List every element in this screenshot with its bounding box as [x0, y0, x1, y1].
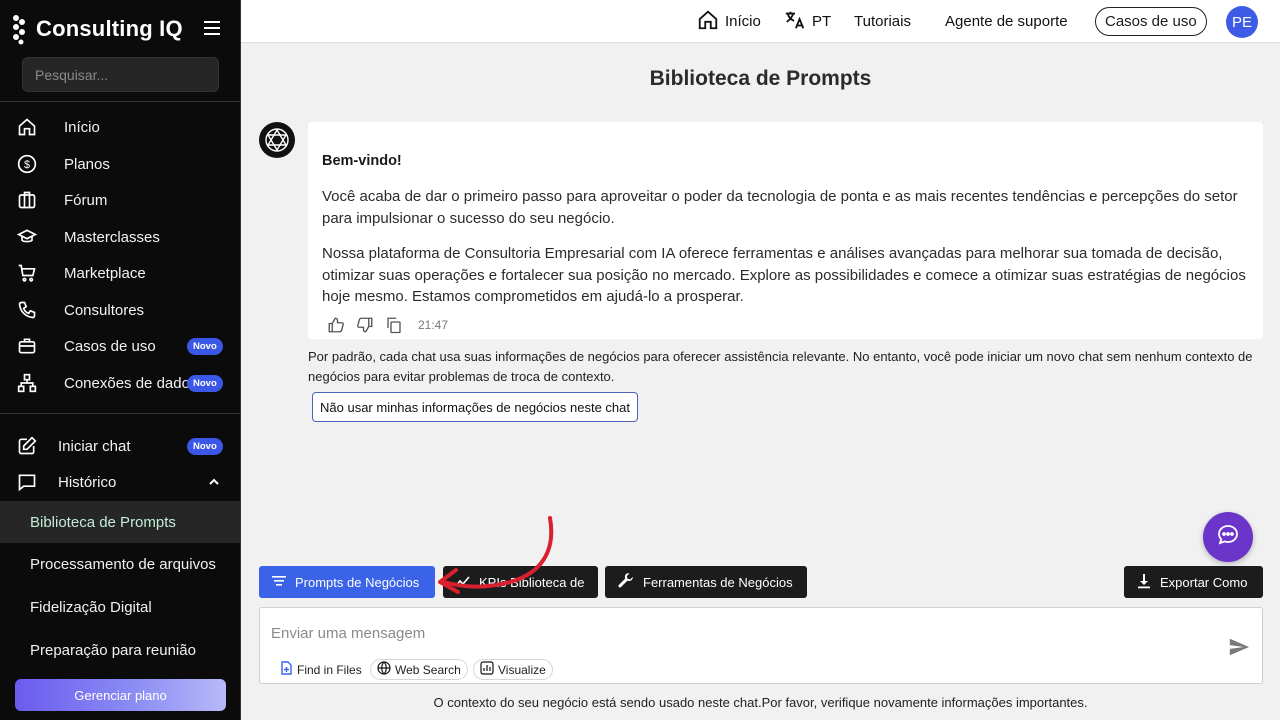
- new-badge: Novo: [187, 374, 223, 392]
- message-actions: 21:47: [326, 315, 448, 334]
- sidebar-item-casos-de-uso[interactable]: Casos de uso Novo: [0, 328, 240, 364]
- find-in-files-chip[interactable]: Find in Files: [273, 659, 369, 680]
- sidebar-item-label: Início: [64, 118, 100, 136]
- sidebar-item-masterclasses[interactable]: Masterclasses: [0, 219, 240, 255]
- kpi-library-button[interactable]: KPIs Biblioteca de: [443, 566, 598, 598]
- avatar[interactable]: PE: [1226, 6, 1258, 38]
- top-link-label: Início: [725, 13, 761, 30]
- footer-disclaimer: O contexto do seu negócio está sendo usa…: [433, 695, 1088, 710]
- assistant-message: Bem-vindo! Você acaba de dar o primeiro …: [308, 122, 1263, 339]
- download-icon: [1136, 573, 1152, 592]
- chip-label: Find in Files: [297, 662, 362, 677]
- sidebar-item-planos[interactable]: $ Planos: [0, 146, 240, 182]
- button-label: Exportar Como: [1160, 574, 1248, 590]
- file-icon: [280, 661, 293, 678]
- sidebar-item-conexoes-de-dados[interactable]: Conexões de dados Novo: [0, 365, 240, 401]
- top-link-support[interactable]: Agente de suporte: [945, 0, 1068, 43]
- disable-business-context-button[interactable]: Não usar minhas informações de negócios …: [312, 392, 639, 422]
- globe-icon: [377, 661, 391, 678]
- message-timestamp: 21:47: [418, 317, 449, 332]
- brand-logo-icon: [10, 13, 28, 45]
- sidebar-item-inicio[interactable]: Início: [0, 109, 240, 145]
- briefcase-icon: [16, 335, 38, 357]
- translate-icon: [784, 9, 806, 35]
- history-item[interactable]: Preparação para reunião: [0, 629, 240, 671]
- cart-icon: [16, 262, 38, 284]
- home-icon: [697, 9, 719, 35]
- svg-text:$: $: [24, 159, 30, 171]
- sidebar-item-label: Conexões de dados: [64, 374, 198, 392]
- home-icon: [16, 116, 38, 138]
- top-link-home[interactable]: Início: [697, 0, 761, 43]
- chevron-up-icon[interactable]: [207, 475, 221, 489]
- sidebar-item-label: Marketplace: [64, 264, 146, 282]
- button-label: Ferramentas de Negócios: [643, 574, 793, 590]
- chat-bubble-icon: [16, 471, 38, 493]
- phone-icon: [16, 299, 38, 321]
- history-item[interactable]: Fidelização Digital: [0, 586, 240, 628]
- chat-support-fab[interactable]: [1203, 512, 1253, 562]
- edit-icon: [16, 435, 38, 457]
- top-link-tutorials[interactable]: Tutoriais: [854, 0, 911, 43]
- brand[interactable]: Consulting IQ: [10, 12, 183, 46]
- sidebar-divider: [0, 413, 240, 414]
- top-bar: Início PT Tutoriais Agente de suporte Ca…: [241, 0, 1280, 43]
- sidebar-item-label: Consultores: [64, 301, 145, 319]
- sidebar-item-label: Fórum: [64, 191, 108, 209]
- button-label: Prompts de Negócios: [295, 574, 420, 590]
- sidebar-item-forum[interactable]: Fórum: [0, 182, 240, 218]
- manage-plan-button[interactable]: Gerenciar plano: [15, 679, 226, 711]
- new-badge: Novo: [187, 437, 223, 455]
- chart-icon: [480, 661, 494, 678]
- sidebar-item-historico[interactable]: Histórico: [0, 464, 240, 500]
- visualize-chip[interactable]: Visualize: [473, 659, 553, 680]
- business-tools-button[interactable]: Ferramentas de Negócios: [605, 566, 807, 598]
- message-paragraph: Nossa plataforma de Consultoria Empresar…: [322, 245, 1246, 305]
- sidebar-item-iniciar-chat[interactable]: Iniciar chat Novo: [0, 428, 240, 464]
- export-button[interactable]: Exportar Como: [1124, 566, 1263, 598]
- list-icon: [271, 574, 287, 591]
- sidebar-item-label: Histórico: [58, 473, 117, 491]
- network-icon: [16, 372, 38, 394]
- message-composer: Find in Files Web Search Visualize: [259, 607, 1263, 684]
- copy-icon[interactable]: [384, 315, 403, 334]
- business-prompts-button[interactable]: Prompts de Negócios: [259, 566, 435, 598]
- thumbs-down-icon[interactable]: [355, 315, 374, 334]
- page-title: Biblioteca de Prompts: [649, 67, 872, 90]
- context-note: Por padrão, cada chat usa suas informaçõ…: [308, 349, 1253, 384]
- chat-bubble-icon: [1216, 523, 1240, 552]
- building-icon: [16, 189, 38, 211]
- sidebar-item-consultores[interactable]: Consultores: [0, 292, 240, 328]
- sidebar-item-label: Iniciar chat: [58, 437, 131, 455]
- history-item[interactable]: Processamento de arquivos: [0, 543, 240, 585]
- message-paragraph: Você acaba de dar o primeiro passo para …: [322, 188, 1238, 227]
- chip-label: Visualize: [498, 662, 546, 677]
- use-cases-button[interactable]: Casos de uso: [1095, 7, 1207, 36]
- bot-avatar-icon: [259, 122, 295, 158]
- message-input[interactable]: [271, 620, 1171, 646]
- search-input[interactable]: [22, 57, 219, 92]
- language-selector[interactable]: PT: [784, 0, 831, 43]
- sidebar-item-label: Masterclasses: [64, 228, 160, 246]
- chart-icon: [455, 574, 471, 591]
- hamburger-menu-icon[interactable]: [202, 18, 224, 38]
- sidebar-divider: [0, 101, 240, 102]
- web-search-chip[interactable]: Web Search: [370, 659, 468, 680]
- brand-name: Consulting IQ: [36, 16, 183, 41]
- new-badge: Novo: [187, 337, 223, 355]
- sidebar-item-label: Casos de uso: [64, 337, 156, 355]
- history-item[interactable]: Biblioteca de Prompts: [0, 501, 240, 543]
- button-label: KPIs Biblioteca de: [479, 574, 585, 590]
- wrench-icon: [617, 572, 635, 593]
- dollar-icon: $: [16, 153, 38, 175]
- send-icon[interactable]: [1228, 636, 1250, 658]
- chip-label: Web Search: [395, 662, 461, 677]
- sidebar: Consulting IQ Início $ Planos Fórum Mast…: [0, 0, 241, 720]
- sidebar-item-marketplace[interactable]: Marketplace: [0, 255, 240, 291]
- message-greeting: Bem-vindo!: [322, 153, 402, 169]
- language-label: PT: [812, 13, 832, 30]
- sidebar-item-label: Planos: [64, 155, 110, 173]
- thumbs-up-icon[interactable]: [326, 315, 345, 334]
- graduation-cap-icon: [16, 226, 38, 248]
